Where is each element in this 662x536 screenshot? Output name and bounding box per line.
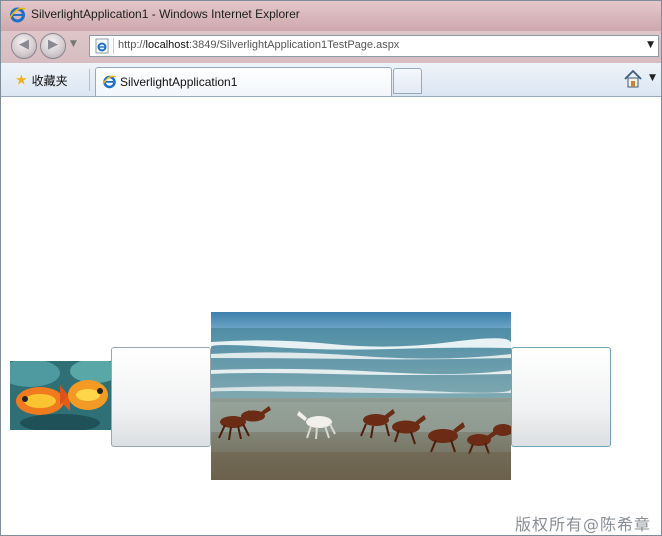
window-title: SilverlightApplication1 - Windows Intern… xyxy=(31,7,300,21)
tab-separator xyxy=(89,69,90,91)
ie-page-icon xyxy=(102,75,117,89)
address-separator xyxy=(113,38,114,54)
url-path: :3849/SilverlightApplication1TestPage.as… xyxy=(188,39,400,51)
tab-label: SilverlightApplication1 xyxy=(120,75,238,89)
navigation-bar: ◀ ▶ ▼ http://localhost:3849/SilverlightA… xyxy=(1,31,661,63)
favorites-button[interactable]: ★ 收藏夹 xyxy=(15,70,68,89)
tab-silverlight-application[interactable]: SilverlightApplication1 xyxy=(95,67,392,96)
back-arrow-icon: ◀ xyxy=(19,37,29,52)
browser-window: SilverlightApplication1 - Windows Intern… xyxy=(0,0,662,536)
address-dropdown-icon[interactable]: ▼ xyxy=(647,40,654,50)
horses-on-beach-image[interactable] xyxy=(211,312,511,480)
recent-pages-chevron-icon[interactable]: ▼ xyxy=(70,39,77,49)
forward-arrow-icon: ▶ xyxy=(48,37,58,52)
tab-bar: ★ 收藏夹 SilverlightApplication1 ▼ xyxy=(1,63,661,97)
url-prefix: http:// xyxy=(118,39,146,51)
star-icon: ★ xyxy=(15,72,28,89)
address-bar[interactable]: http://localhost:3849/SilverlightApplica… xyxy=(89,35,659,57)
empty-slot-left[interactable] xyxy=(111,347,211,447)
address-url[interactable]: http://localhost:3849/SilverlightApplica… xyxy=(118,39,399,51)
horses-beach-photo xyxy=(211,312,511,480)
silverlight-content: 版权所有@陈希章 xyxy=(1,97,661,535)
back-button[interactable]: ◀ xyxy=(11,33,37,59)
title-bar: SilverlightApplication1 - Windows Intern… xyxy=(1,1,661,31)
url-host: localhost xyxy=(145,39,189,51)
ie-logo-icon xyxy=(9,7,26,23)
copyright-watermark: 版权所有@陈希章 xyxy=(514,515,651,534)
fish-image[interactable] xyxy=(10,361,112,430)
favorites-label: 收藏夹 xyxy=(31,74,68,88)
new-tab-button[interactable] xyxy=(393,68,422,94)
page-icon xyxy=(95,38,109,54)
fish-illustration xyxy=(10,361,112,430)
home-icon[interactable] xyxy=(623,69,643,89)
forward-button[interactable]: ▶ xyxy=(40,33,66,59)
empty-slot-right[interactable] xyxy=(511,347,611,447)
home-dropdown-icon[interactable]: ▼ xyxy=(649,73,656,83)
